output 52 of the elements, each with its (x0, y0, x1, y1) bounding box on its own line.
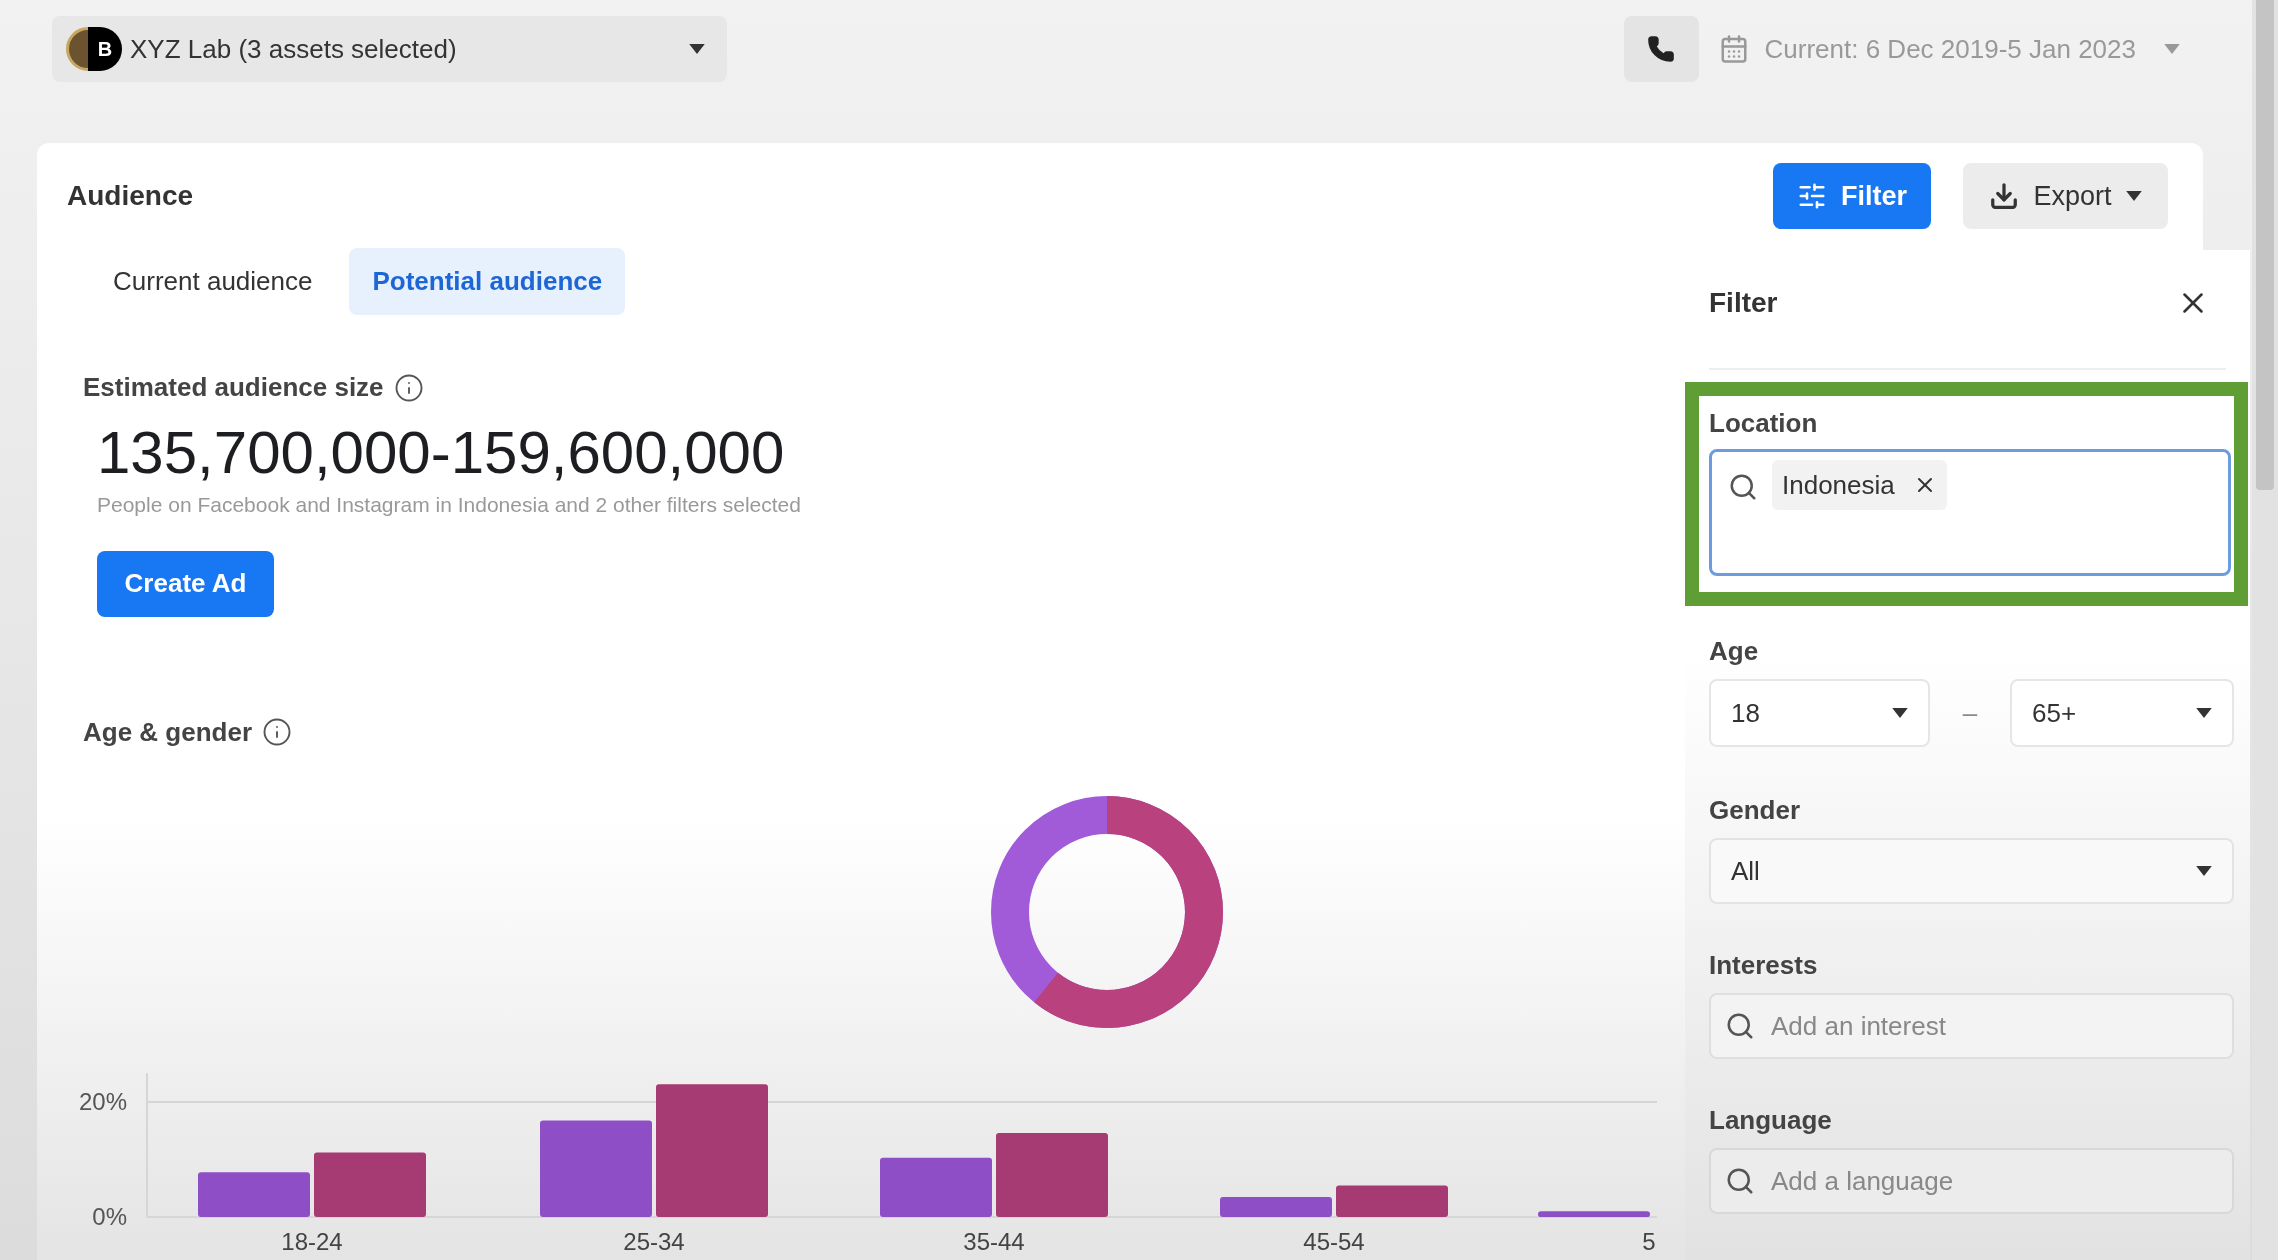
caret-icon (2196, 708, 2212, 718)
field-label: Age (1709, 635, 1760, 668)
call-button[interactable] (1623, 16, 1699, 82)
axis-category-label: 5 (1642, 1227, 1656, 1255)
download-icon (1989, 181, 2020, 211)
axis-tick-label: 20% (78, 1087, 127, 1115)
interest-field[interactable]: Add an interest (1709, 993, 2234, 1059)
axis-category-label: 18-24 (281, 1227, 343, 1255)
caret-icon (2125, 191, 2142, 201)
panel-title: Filter (1709, 286, 1778, 320)
account-selector[interactable]: B XYZ Lab (3 assets selected) (52, 16, 727, 82)
search-icon (1725, 1011, 1755, 1041)
audience-description: People on Facebook and Instagram in Indonesia and 2 other filters selected (97, 492, 802, 518)
gender-select[interactable]: All (1709, 838, 2234, 904)
section-label: Estimated audience size (83, 371, 384, 404)
audience-tab[interactable]: Current audience (90, 248, 336, 315)
axis-category-label: 35-44 (963, 1227, 1025, 1255)
caret-icon (2196, 866, 2212, 876)
filter-button[interactable]: Filter (1773, 163, 1931, 229)
axis-tick-label: 0% (92, 1202, 127, 1230)
range-separator: – (1961, 696, 1979, 730)
section-label: Age & gender (83, 715, 253, 749)
tag-label: Indonesia (1782, 468, 1895, 502)
export-button[interactable]: Export (1963, 163, 2168, 229)
caret-icon (689, 44, 705, 54)
account-avatar: B (88, 27, 122, 71)
create-ad-button[interactable]: Create Ad (97, 550, 274, 617)
age-max-select[interactable]: 65+ (2010, 679, 2234, 747)
info-icon (262, 717, 293, 747)
location-tag[interactable]: Indonesia (1772, 460, 1947, 510)
scrollbar-thumb[interactable] (2256, 0, 2274, 490)
search-icon (1728, 472, 1758, 502)
location-field[interactable]: Indonesia (1709, 449, 2231, 576)
age-min-select[interactable]: 18 (1709, 679, 1930, 747)
info-icon (393, 372, 424, 403)
caret-icon (1892, 708, 1908, 718)
field-label: Location (1709, 407, 1819, 440)
sliders-icon (1797, 181, 1827, 211)
field-label: Gender (1709, 794, 1802, 827)
audience-size-value: 135,700,000-159,600,000 (97, 418, 785, 488)
field-label: Language (1709, 1104, 1833, 1137)
axis-category-label: 25-34 (623, 1227, 685, 1255)
axis-category-label: 45-54 (1303, 1227, 1365, 1255)
calendar-icon (1718, 34, 1749, 64)
search-icon (1725, 1166, 1755, 1196)
scrollbar[interactable] (2252, 0, 2278, 1260)
phone-icon (1647, 35, 1676, 63)
audience-tab[interactable]: Potential audience (349, 248, 626, 315)
field-label: Interests (1709, 949, 1819, 982)
card-title: Audience (67, 179, 194, 213)
caret-icon (2164, 44, 2180, 54)
language-field[interactable]: Add a language (1709, 1148, 2234, 1214)
